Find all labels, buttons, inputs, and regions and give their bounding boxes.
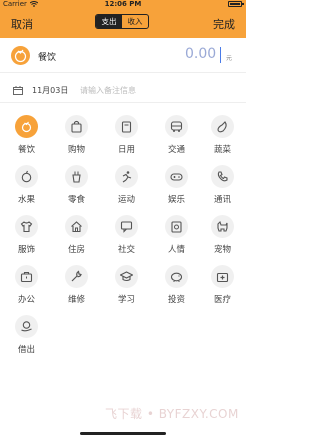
category-snack-fries[interactable]: 零食	[59, 160, 99, 210]
memo-row: 11月03日 请输入备注信息	[0, 78, 246, 103]
gift-card-icon	[165, 215, 188, 238]
category-tshirt[interactable]: 服饰	[9, 210, 49, 260]
category-daily-use[interactable]: 日用	[109, 110, 149, 160]
medical-kit-icon	[211, 265, 234, 288]
category-label: 社交	[117, 245, 135, 255]
category-label: 日用	[117, 145, 135, 155]
dog-icon	[211, 215, 234, 238]
status-bar: Carrier 12:06 PM	[0, 0, 246, 9]
category-label: 人情	[167, 245, 185, 255]
bus-icon	[165, 115, 188, 138]
battery-icon	[228, 1, 244, 7]
calendar-icon[interactable]	[13, 86, 23, 95]
category-medical-kit[interactable]: 医疗	[205, 260, 245, 310]
category-briefcase[interactable]: 办公	[9, 260, 49, 310]
category-running[interactable]: 运动	[109, 160, 149, 210]
daily-use-icon	[115, 115, 138, 138]
category-lend[interactable]: 借出	[9, 310, 49, 360]
category-bus[interactable]: 交通	[159, 110, 199, 160]
wrench-icon	[65, 265, 88, 288]
type-segmented-control: 支出 收入	[95, 14, 149, 29]
category-label: 购物	[67, 145, 85, 155]
watermark: 飞下载 • BYFZXY.COM	[105, 407, 239, 421]
category-gamepad[interactable]: 娱乐	[159, 160, 199, 210]
cancel-button[interactable]: 取消	[11, 16, 33, 32]
briefcase-icon	[15, 265, 38, 288]
category-phone[interactable]: 通讯	[205, 160, 245, 210]
text-cursor	[220, 47, 221, 63]
category-gift-card[interactable]: 人情	[159, 210, 199, 260]
category-label: 蔬菜	[213, 145, 231, 155]
graduation-cap-icon	[115, 265, 138, 288]
category-wrench[interactable]: 维修	[59, 260, 99, 310]
selected-category-label: 餐饮	[38, 53, 57, 63]
category-dog[interactable]: 宠物	[205, 210, 245, 260]
running-icon	[115, 165, 138, 188]
category-label: 维修	[67, 295, 85, 305]
category-label: 学习	[117, 295, 135, 305]
category-label: 医疗	[213, 295, 231, 305]
category-graduation-cap[interactable]: 学习	[109, 260, 149, 310]
category-label: 宠物	[213, 245, 231, 255]
category-house[interactable]: 住房	[59, 210, 99, 260]
category-label: 借出	[17, 345, 35, 355]
lend-icon	[15, 315, 38, 338]
amount-row: 餐饮 0.00 元	[0, 40, 246, 73]
shopping-bag-icon	[65, 115, 88, 138]
chat-icon	[115, 215, 138, 238]
done-button[interactable]: 完成	[213, 16, 235, 32]
category-label: 通讯	[213, 195, 231, 205]
category-label: 零食	[67, 195, 85, 205]
category-label: 餐饮	[17, 145, 35, 155]
house-icon	[65, 215, 88, 238]
category-dining[interactable]: 餐饮	[9, 110, 49, 160]
home-indicator	[80, 432, 166, 435]
eggplant-icon	[211, 115, 234, 138]
category-label: 住房	[67, 245, 85, 255]
tshirt-icon	[15, 215, 38, 238]
category-label: 交通	[167, 145, 185, 155]
category-label: 办公	[17, 295, 35, 305]
category-apple[interactable]: 水果	[9, 160, 49, 210]
memo-input[interactable]: 请输入备注信息	[80, 85, 136, 96]
category-shopping-bag[interactable]: 购物	[59, 110, 99, 160]
tab-income[interactable]: 收入	[122, 15, 148, 28]
amount-input[interactable]: 0.00	[185, 46, 216, 62]
snack-fries-icon	[65, 165, 88, 188]
category-eggplant[interactable]: 蔬菜	[205, 110, 245, 160]
nav-bar: 取消 支出 收入 完成	[0, 9, 246, 38]
category-label: 投资	[167, 295, 185, 305]
currency-unit: 元	[226, 55, 233, 62]
category-label: 娱乐	[167, 195, 185, 205]
dining-icon	[15, 115, 38, 138]
apple-icon	[15, 165, 38, 188]
gamepad-icon	[165, 165, 188, 188]
phone-icon	[211, 165, 234, 188]
category-label: 水果	[17, 195, 35, 205]
selected-category-icon	[11, 46, 30, 65]
date-picker[interactable]: 11月03日	[32, 85, 68, 96]
tab-expense[interactable]: 支出	[96, 15, 122, 28]
piggy-bank-icon	[165, 265, 188, 288]
category-piggy-bank[interactable]: 投资	[159, 260, 199, 310]
category-chat[interactable]: 社交	[109, 210, 149, 260]
clock: 12:06 PM	[104, 0, 142, 8]
category-label: 服饰	[17, 245, 35, 255]
category-label: 运动	[117, 195, 135, 205]
